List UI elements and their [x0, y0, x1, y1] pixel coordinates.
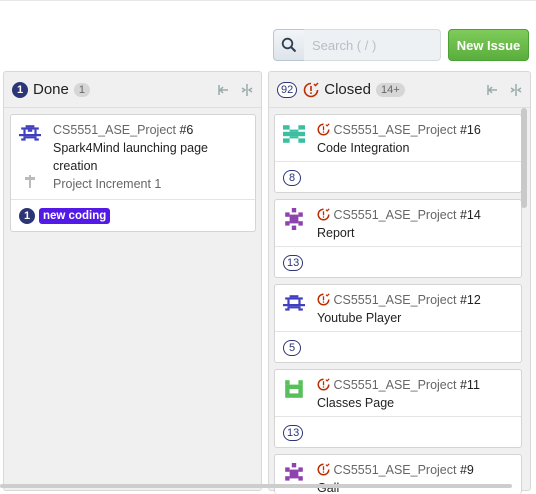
vertical-scrollbar[interactable]	[521, 108, 527, 208]
collapse-column-icon[interactable]	[241, 83, 253, 97]
repo-name[interactable]: CS5551_ASE_Project	[333, 293, 456, 307]
issue-number[interactable]: #16	[460, 123, 481, 137]
issue-card[interactable]: CS5551_ASE_Project #11 Classes Page 13	[274, 369, 522, 448]
milestone-label[interactable]: Project Increment 1	[53, 175, 247, 193]
label-new-coding[interactable]: new coding	[39, 207, 111, 224]
column-header-done: 1 Done 1	[4, 72, 261, 108]
collapse-left-icon[interactable]	[217, 83, 229, 97]
repo-name[interactable]: CS5551_ASE_Project	[53, 123, 176, 137]
issue-title[interactable]: Youtube Player	[317, 309, 513, 327]
closed-issue-icon	[317, 293, 330, 306]
top-divider	[0, 0, 536, 1]
avatar	[285, 208, 303, 230]
issue-number[interactable]: #9	[460, 463, 474, 477]
column-closed: 92 Closed 14+ CS5551_ASE_Project #16 Cod…	[268, 71, 531, 494]
closed-issue-icon	[303, 82, 319, 98]
repo-name[interactable]: CS5551_ASE_Project	[333, 463, 456, 477]
issue-card[interactable]: CS5551_ASE_Project #9 Gall	[274, 454, 522, 494]
closed-issue-icon	[317, 123, 330, 136]
issue-title-cont[interactable]: creation	[53, 157, 247, 175]
pr-count-badge: 13	[283, 424, 304, 441]
avatar	[283, 125, 305, 143]
search-icon	[281, 37, 297, 53]
issue-number[interactable]: #12	[460, 293, 481, 307]
issue-title[interactable]: Report	[317, 224, 513, 242]
closed-issue-icon	[317, 463, 330, 476]
collapse-left-icon[interactable]	[486, 83, 498, 97]
column-header-closed: 92 Closed 14+	[269, 72, 530, 108]
issue-title[interactable]: Code Integration	[317, 139, 513, 157]
search-input[interactable]: Search ( / )	[304, 29, 441, 61]
avatar	[283, 295, 305, 311]
issue-card[interactable]: CS5551_ASE_Project #6 Spark4Mind launchi…	[10, 114, 256, 232]
avatar	[19, 125, 41, 141]
search-button[interactable]	[273, 29, 305, 61]
issue-card[interactable]: CS5551_ASE_Project #16 Code Integration …	[274, 114, 522, 193]
new-issue-button[interactable]: New Issue	[448, 29, 529, 61]
issue-number[interactable]: #6	[179, 123, 193, 137]
issue-card[interactable]: CS5551_ASE_Project #14 Report 13	[274, 199, 522, 278]
collapse-column-icon[interactable]	[510, 83, 522, 97]
avatar	[285, 463, 303, 481]
issue-title[interactable]: Classes Page	[317, 394, 513, 412]
issue-number[interactable]: #11	[460, 378, 480, 392]
column-count: 1	[73, 82, 90, 97]
repo-name[interactable]: CS5551_ASE_Project	[333, 378, 456, 392]
pr-count-badge: 8	[283, 169, 301, 186]
horizontal-scrollbar[interactable]	[0, 484, 512, 488]
column-count: 14+	[375, 82, 405, 97]
toolbar: Search ( / ) New Issue	[273, 29, 529, 61]
pr-count-badge: 13	[283, 254, 304, 271]
column-title: Closed	[324, 81, 371, 98]
repo-name[interactable]: CS5551_ASE_Project	[333, 123, 456, 137]
closed-issue-icon	[317, 208, 330, 221]
pr-count-badge: 1	[19, 207, 35, 224]
issue-title[interactable]: Spark4Mind launching page	[53, 139, 247, 157]
milestone-icon	[25, 175, 35, 188]
column-done: 1 Done 1 CS5551_ASE_Project #6 Spark4Min…	[3, 71, 262, 491]
column-badge: 92	[277, 81, 298, 98]
issue-card[interactable]: CS5551_ASE_Project #12 Youtube Player 5	[274, 284, 522, 363]
column-title: Done	[33, 81, 69, 98]
issue-number[interactable]: #14	[460, 208, 481, 222]
closed-issue-icon	[317, 378, 330, 391]
pr-count-badge: 5	[283, 339, 301, 356]
column-badge: 1	[12, 81, 28, 98]
repo-name[interactable]: CS5551_ASE_Project	[333, 208, 456, 222]
avatar	[285, 380, 303, 398]
